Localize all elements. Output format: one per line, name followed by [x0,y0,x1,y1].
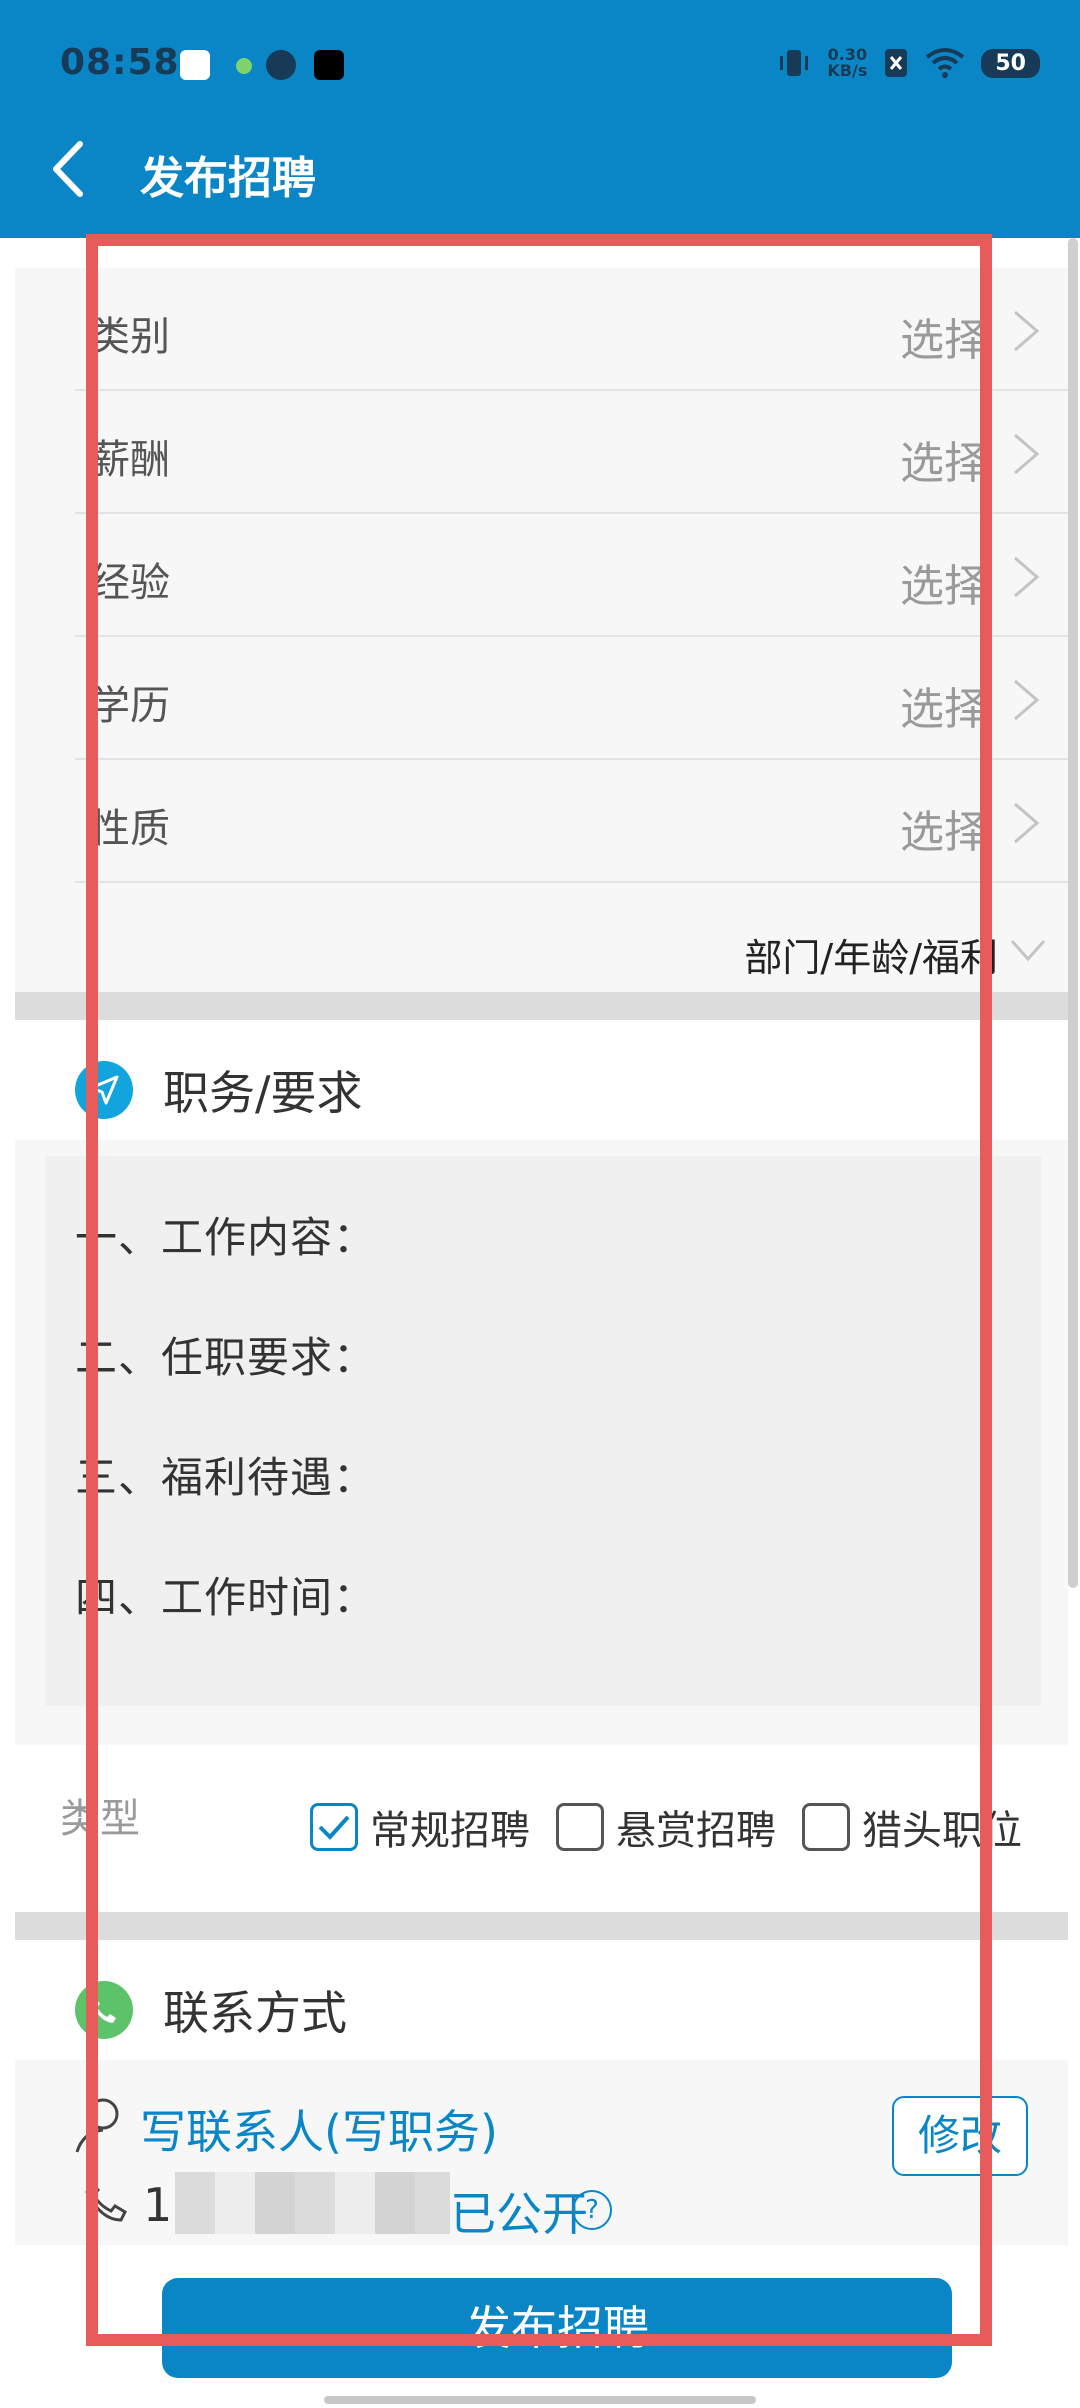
browser-icon [266,50,296,80]
sim-disabled-icon [885,49,908,77]
page-title: 发布招聘 [140,153,316,204]
chevron-down-icon [1010,940,1046,962]
highlight-overlay [86,234,992,2346]
title-row: 发布招聘 [0,130,1080,210]
gesture-nav-bar[interactable] [324,2396,756,2404]
back-arrow-icon[interactable] [40,134,100,204]
app-bar: 08:58 0.30 KB/s 50 发布招聘 [0,0,1080,238]
status-icons: 0.30 KB/s 50 [777,46,1040,80]
chevron-right-icon [1014,433,1040,475]
chevron-right-icon [1014,679,1040,721]
scrollbar[interactable] [1068,238,1078,1588]
battery-indicator: 50 [981,48,1040,78]
chevron-right-icon [1014,310,1040,352]
wifi-icon [926,48,965,78]
network-speed: 0.30 KB/s [827,45,868,80]
status-time: 08:58 [60,42,180,83]
status-bar: 08:58 0.30 KB/s 50 [0,30,1080,96]
app-notification-icon [180,50,210,80]
chevron-right-icon [1014,556,1040,598]
tiktok-icon [314,50,344,80]
vibrate-icon [780,50,809,76]
download-icon [236,58,252,74]
chevron-right-icon [1014,802,1040,844]
